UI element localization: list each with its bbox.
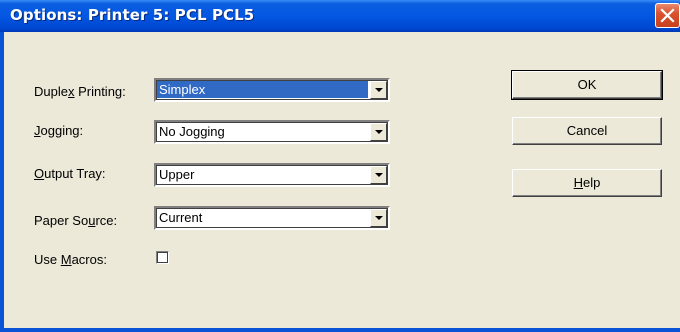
output-tray-value: Upper	[159, 167, 195, 182]
title-bar[interactable]: Options: Printer 5: PCL PCL5	[0, 0, 680, 32]
duplex-printing-label: Duplex Printing:	[34, 84, 126, 99]
dropdown-arrow-icon[interactable]	[370, 166, 387, 184]
ok-button[interactable]: OK	[511, 70, 663, 100]
jogging-label: Jogging:	[34, 123, 84, 138]
jogging-value: No Jogging	[159, 124, 225, 139]
options-dialog: Options: Printer 5: PCL PCL5 Duplex Prin…	[0, 0, 680, 332]
jogging-select[interactable]: No Jogging	[154, 120, 390, 144]
paper-source-select[interactable]: Current	[154, 206, 390, 230]
cancel-button[interactable]: Cancel	[512, 117, 662, 145]
paper-source-label: Paper Source:	[34, 213, 118, 228]
output-tray-select[interactable]: Upper	[154, 163, 390, 187]
duplex-printing-value: Simplex	[157, 81, 368, 98]
dropdown-arrow-icon[interactable]	[370, 209, 387, 227]
output-tray-label: Output Tray:	[34, 166, 106, 181]
window-title: Options: Printer 5: PCL PCL5	[10, 6, 255, 24]
help-button[interactable]: Help	[512, 169, 662, 197]
use-macros-label: Use Macros:	[34, 252, 107, 267]
dropdown-arrow-icon[interactable]	[370, 81, 387, 99]
close-button[interactable]	[655, 3, 680, 28]
use-macros-checkbox[interactable]	[156, 251, 169, 264]
dialog-body: Duplex Printing: Simplex Jogging: No Jog…	[4, 32, 680, 328]
duplex-printing-select[interactable]: Simplex	[154, 78, 390, 102]
paper-source-value: Current	[159, 210, 203, 225]
dropdown-arrow-icon[interactable]	[370, 123, 387, 141]
